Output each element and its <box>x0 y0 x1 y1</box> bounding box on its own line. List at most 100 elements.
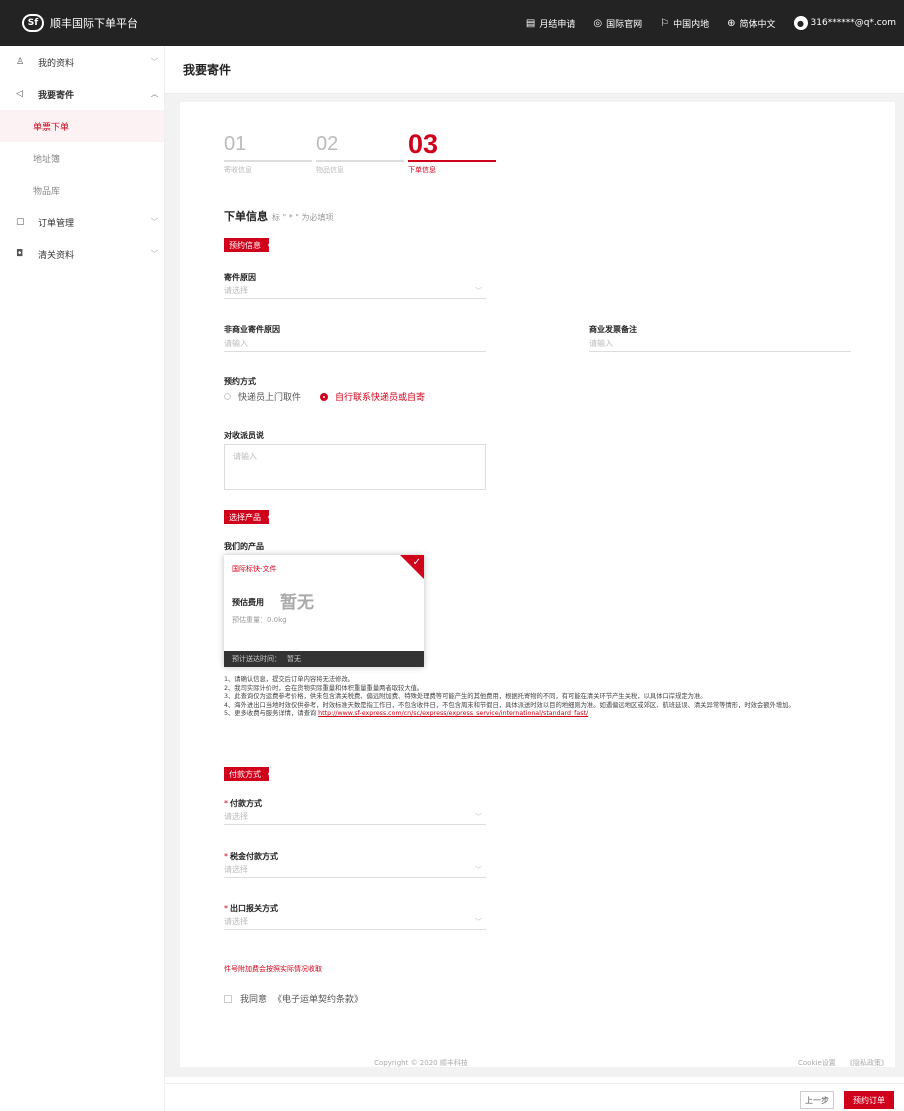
radio-circle-icon <box>224 393 231 400</box>
invoice-remark-input[interactable]: 请输入 <box>589 336 851 352</box>
required-mark: * <box>224 799 228 808</box>
shield-icon: ◘ <box>16 249 24 259</box>
product-eta-label: 预计送达时间： <box>232 655 281 663</box>
radio-selected-icon <box>320 392 328 401</box>
product-name: 国际标快-文件 <box>232 565 277 573</box>
sidebar-item-profile[interactable]: ♙ 我的资料 ﹀ <box>0 46 164 78</box>
tax-payment-label: * 税金付款方式 <box>224 851 278 862</box>
cookie-settings-link[interactable]: Cookie设置 <box>798 1059 836 1067</box>
copyright: Copyright © 2020 顺丰科技 <box>374 1059 468 1067</box>
sidebar-item-send[interactable]: ◁ 我要寄件 ︿ <box>0 78 164 110</box>
note-line: 2、我司实际计价时，会在货物实际重量和体积重量重量两者取较大值。 <box>224 684 424 692</box>
chevron-down-icon: ﹀ <box>475 286 482 295</box>
export-declaration-label-text: 出口报关方式 <box>230 904 278 913</box>
tax-payment-select[interactable]: 请选择 ﹀ <box>224 862 486 878</box>
chevron-down-icon: ﹀ <box>475 865 482 874</box>
courier-note-placeholder: 请输入 <box>233 452 257 461</box>
section-tag-payment: 付款方式 <box>224 767 272 781</box>
nav-language-label: 简体中文 <box>739 19 776 30</box>
step-number: 03 <box>408 129 439 159</box>
chevron-up-icon: ︿ <box>151 90 158 98</box>
noncommercial-placeholder: 请输入 <box>224 339 248 348</box>
sidebar-subitem-address-book[interactable]: 地址簿 <box>0 142 164 174</box>
reason-select[interactable]: 请选择 ﹀ <box>224 283 486 299</box>
product-fee-value: 暂无 <box>280 593 314 613</box>
required-mark: * <box>224 852 228 861</box>
globe-site-icon: ◎ <box>593 17 603 29</box>
courier-note-textarea[interactable]: 请输入 <box>224 444 486 490</box>
app-logo[interactable]: Sf 顺丰国际下单平台 <box>22 14 138 32</box>
page-header: 我要寄件 <box>165 46 904 94</box>
step-1: 01 寄收信息 <box>224 130 312 175</box>
noncommercial-label: 非商业寄件原因 <box>224 325 280 334</box>
sidebar-item-orders[interactable]: ▢ 订单管理 ﹀ <box>0 206 164 238</box>
step-line <box>224 160 312 162</box>
payment-method-select[interactable]: 请选择 ﹀ <box>224 809 486 825</box>
sidebar-subitem-single-order[interactable]: 单票下单 <box>0 110 164 142</box>
product-weight: 预估重量：0.0kg <box>232 616 287 624</box>
nav-monthly-apply[interactable]: ▤ 月结申请 <box>526 17 575 30</box>
service-details-link[interactable]: http://www.sf-express.com/cn/sc/express/… <box>318 710 588 717</box>
our-products-label: 我们的产品 <box>224 542 264 551</box>
chevron-down-icon: ﹀ <box>151 58 158 66</box>
page-title: 我要寄件 <box>183 63 232 77</box>
step-number: 01 <box>224 133 247 155</box>
user-icon: ♙ <box>16 57 25 67</box>
nav-monthly-apply-label: 月结申请 <box>539 19 576 30</box>
nav-region[interactable]: ⚐ 中国内地 <box>660 17 709 30</box>
surcharge-alert: 件号附加费会按照实际情况收取 <box>224 965 322 973</box>
footer: Copyright © 2020 顺丰科技 Cookie设置 《隐私政策》 <box>165 1048 904 1076</box>
step-line <box>316 160 404 162</box>
payment-method-label: * 付款方式 <box>224 798 262 809</box>
document-icon: ▢ <box>16 217 25 227</box>
note-line-5-prefix: 5、更多收费与服务详情，请查询 <box>224 710 319 718</box>
privacy-policy-link[interactable]: 《隐私政策》 <box>846 1059 888 1067</box>
section-tag-booking: 预约信息 <box>224 238 272 252</box>
section-tag-product: 选择产品 <box>224 510 272 524</box>
nav-region-label: 中国内地 <box>673 19 710 30</box>
form-title: 下单信息标 " * " 为必填项 <box>224 208 334 224</box>
required-hint: 标 " * " 为必填项 <box>272 213 334 222</box>
nav-language[interactable]: ⊕ 简体中文 <box>727 17 775 30</box>
nav-intl-site-label: 国际官网 <box>606 19 643 30</box>
checkbox-icon[interactable] <box>224 994 232 1003</box>
payment-method-placeholder: 请选择 <box>224 812 248 821</box>
step-line <box>408 160 496 162</box>
courier-note-label: 对收派员说 <box>224 431 264 440</box>
sidebar-item-customs[interactable]: ◘ 清关资料 ﹀ <box>0 238 164 270</box>
agree-prefix: 我同意 <box>240 995 268 1005</box>
tax-payment-placeholder: 请选择 <box>224 865 248 874</box>
user-menu[interactable]: ● 316******@q*.com <box>793 16 896 30</box>
previous-step-button[interactable]: 上一步 <box>800 1091 834 1109</box>
radio-courier-pickup[interactable]: 快递员上门取件 <box>224 390 301 403</box>
radio-label: 快递员上门取件 <box>238 393 302 403</box>
agreement-checkbox[interactable]: 我同意 《电子运单契约条款》 <box>224 992 363 1005</box>
step-3: 03 下单信息 <box>408 130 496 175</box>
note-line-5: 5、更多收费与服务详情，请查询 http://www.sf-express.co… <box>224 710 874 719</box>
export-declaration-label: * 出口报关方式 <box>224 903 278 914</box>
sidebar-item-label: 清关资料 <box>38 250 75 261</box>
note-line: 3、此查询仅为运费参考价格，供未包含清关税费、偏远附加费、特殊处理费等可能产生的… <box>224 693 707 701</box>
radio-self-send[interactable]: 自行联系快递员或自寄 <box>320 390 425 403</box>
sidebar-item-label: 我要寄件 <box>38 90 75 101</box>
nav-intl-site[interactable]: ◎ 国际官网 <box>593 17 642 30</box>
step-label: 物品信息 <box>316 166 344 174</box>
noncommercial-input[interactable]: 请输入 <box>224 336 486 352</box>
sidebar-subitem-item-library[interactable]: 物品库 <box>0 174 164 206</box>
invoice-remark-placeholder: 请输入 <box>589 339 613 348</box>
step-indicator: 01 寄收信息 02 物品信息 03 下单信息 <box>224 130 500 175</box>
booking-method-label: 预约方式 <box>224 377 256 386</box>
product-card[interactable]: 国际标快-文件 ✓ 预估费用 暂无 预估重量：0.0kg 预计送达时间： 暂无 <box>224 555 424 667</box>
product-eta-value: 暂无 <box>287 655 301 663</box>
language-icon: ⊕ <box>727 17 736 29</box>
invoice-remark-label: 商业发票备注 <box>589 325 637 334</box>
calendar-icon: ▤ <box>525 17 536 29</box>
agreement-link[interactable]: 《电子运单契约条款》 <box>273 992 363 1005</box>
user-email: 316******@q*.com <box>810 18 896 28</box>
top-navbar: Sf 顺丰国际下单平台 ▤ 月结申请 ◎ 国际官网 ⚐ 中国内地 ⊕ 简体中文 … <box>0 0 904 46</box>
submit-order-button[interactable]: 预约订单 <box>844 1091 894 1109</box>
chevron-down-icon: ﹀ <box>151 250 158 258</box>
check-icon: ✓ <box>412 557 421 568</box>
export-declaration-select[interactable]: 请选择 ﹀ <box>224 914 486 930</box>
chevron-down-icon: ﹀ <box>475 917 482 926</box>
